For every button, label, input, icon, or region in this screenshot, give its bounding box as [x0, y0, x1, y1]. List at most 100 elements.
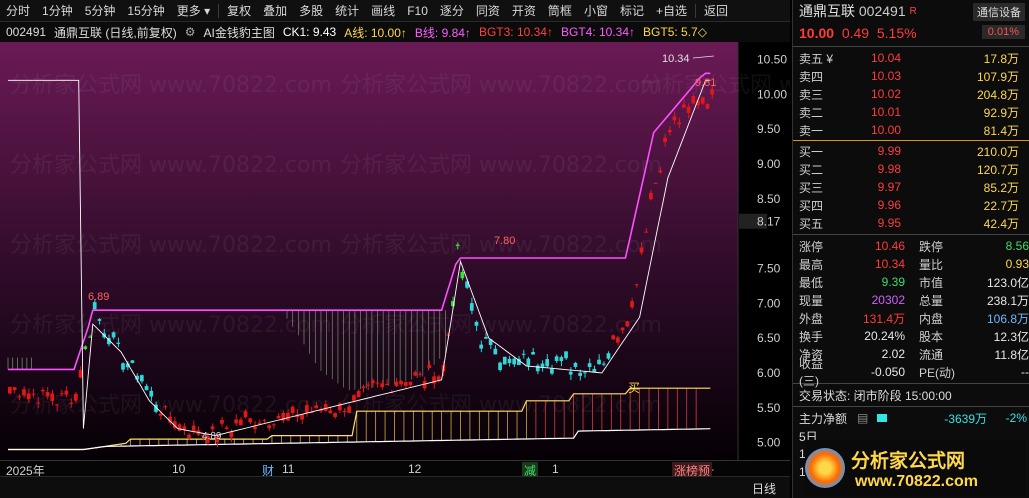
- candle-body: [130, 360, 135, 363]
- gear-icon[interactable]: ⚙: [185, 25, 196, 39]
- stat-key: 最高: [799, 257, 824, 272]
- order-book-row[interactable]: 买三 9.97 85.2万: [793, 178, 1029, 196]
- sector-tag[interactable]: 通信设备: [973, 3, 1025, 21]
- stat-value: 11.8亿: [994, 347, 1029, 362]
- candle-body: [328, 410, 333, 414]
- stat-key: 总量: [919, 293, 944, 308]
- level-volume: 42.4万: [983, 216, 1019, 231]
- candle-body: [484, 337, 488, 339]
- order-book-row[interactable]: 买四 9.96 22.7万: [793, 196, 1029, 214]
- toolbar-item[interactable]: 返回: [698, 0, 734, 22]
- watermark-text: 分析家公式网 www.70822.com: [340, 153, 662, 178]
- order-book-row[interactable]: 卖五 ¥ 10.04 17.8万: [793, 49, 1029, 67]
- toolbar-item[interactable]: 筒框: [542, 0, 578, 22]
- toolbar-item[interactable]: 小窗: [578, 0, 614, 22]
- toolbar-item[interactable]: 复权: [221, 0, 257, 22]
- stat-key: 涨停: [799, 239, 824, 254]
- order-book-row[interactable]: 买一 9.99 210.0万: [793, 142, 1029, 160]
- kline-svg[interactable]: 10.50 10.00 9.50 9.00 8.50 8.17 7.50 7.00 6.50 6.…: [0, 42, 962, 460]
- stat-value: --: [1021, 365, 1029, 379]
- candle-body: [583, 372, 587, 374]
- order-book-row[interactable]: 买五 9.95 42.4万: [793, 214, 1029, 232]
- candle-body: [116, 342, 121, 344]
- candle-body: [36, 402, 40, 404]
- toolbar-item[interactable]: 5分钟: [79, 0, 122, 22]
- toolbar-item[interactable]: 分时: [0, 0, 36, 22]
- candle-body: [658, 170, 663, 173]
- candle-body: [342, 411, 347, 413]
- divider: [793, 46, 1029, 47]
- stat-row: 最高 10.34 量比 0.93: [793, 255, 1029, 273]
- toolbar-separator: [218, 3, 220, 18]
- candle-body: [243, 411, 248, 418]
- x-tick-label: 11: [282, 462, 295, 476]
- a-line-value: A线: 10.00↑: [344, 25, 407, 40]
- candle-body: [149, 390, 154, 397]
- toolbar-item[interactable]: 同资: [470, 0, 506, 22]
- candle-body: [22, 389, 26, 396]
- candle-body: [220, 419, 224, 424]
- toolbar-item[interactable]: F10: [401, 0, 434, 22]
- stock-header: 通鼎互联 002491 R 通信设备: [793, 0, 1029, 22]
- toolbar-item[interactable]: 多股: [293, 0, 329, 22]
- toolbar-item[interactable]: 统计: [329, 0, 365, 22]
- mainflow-row: 主力净额 ▤ -3639万 -2%: [793, 409, 1029, 427]
- toolbar-item[interactable]: 标记: [614, 0, 650, 22]
- toolbar-item[interactable]: 开资: [506, 0, 542, 22]
- candle-body: [45, 392, 50, 397]
- stat-row: 现量 20302 总量 238.1万: [793, 291, 1029, 309]
- candle-body: [352, 395, 356, 401]
- watermark-text: 分析家公式网 www.70822.com: [10, 73, 332, 98]
- bgt3-value: BGT3: 10.34↑: [478, 25, 553, 39]
- candle-body: [40, 390, 45, 392]
- period-label[interactable]: 日线: [752, 480, 776, 497]
- candle-body: [290, 406, 295, 414]
- candle-body: [573, 362, 578, 367]
- toolbar-item[interactable]: 更多 ▾: [171, 0, 216, 22]
- level-price: 10.02: [870, 87, 901, 101]
- candle-body: [356, 391, 361, 397]
- order-book-row[interactable]: 卖二 10.01 92.9万: [793, 103, 1029, 121]
- level-label: 买四: [799, 198, 824, 213]
- toolbar-item[interactable]: +自选: [650, 0, 693, 22]
- indicator-name[interactable]: AI金钱豹主图: [203, 24, 274, 41]
- order-book-row[interactable]: 卖一 10.00 81.4万: [793, 121, 1029, 139]
- candle-body: [177, 424, 182, 431]
- toolbar-item[interactable]: 画线: [365, 0, 401, 22]
- candle-body: [144, 385, 149, 391]
- toolbar-separator: [694, 3, 696, 18]
- kline-chart[interactable]: 10.50 10.00 9.50 9.00 8.50 8.17 7.50 7.00 6.50 6.…: [0, 42, 962, 460]
- toolbar-item[interactable]: 1分钟: [36, 0, 79, 22]
- y-tick-label: 8.50: [757, 192, 781, 206]
- quote-panel: 通鼎互联 002491 R 通信设备 10.00 0.49 5.15% 0.01…: [792, 0, 1029, 498]
- level-volume: 81.4万: [983, 123, 1019, 138]
- candle-body: [667, 129, 672, 133]
- toolbar-item[interactable]: 15分钟: [121, 0, 170, 22]
- stat-row: 最低 9.39 市值 123.0亿: [793, 273, 1029, 291]
- watermark-text: 分析家公式网 www.70822.com: [340, 313, 662, 338]
- candle-body: [210, 426, 215, 429]
- level-price: 10.03: [870, 69, 901, 83]
- candle-body: [121, 363, 125, 370]
- order-book-row[interactable]: 买二 9.98 120.7万: [793, 160, 1029, 178]
- stat-value: 20.24%: [864, 329, 905, 343]
- candle-body: [592, 368, 597, 372]
- list-icon[interactable]: ▤: [857, 411, 877, 425]
- logo-icon: [805, 448, 845, 488]
- candle-body: [507, 358, 512, 364]
- toolbar-item[interactable]: 逐分: [434, 0, 470, 22]
- level-volume: 85.2万: [983, 180, 1019, 195]
- order-book-row[interactable]: 卖四 10.03 107.9万: [793, 67, 1029, 85]
- level-price: 9.95: [877, 216, 901, 230]
- candle-body: [550, 368, 554, 374]
- y-tick-label: 9.50: [757, 122, 781, 136]
- peak-annotation: 9.81: [695, 77, 716, 89]
- stat-value: 0.93: [1005, 257, 1029, 271]
- level-volume: 92.9万: [983, 105, 1019, 120]
- stat-key: 股本: [919, 329, 944, 344]
- level-label: 买一: [799, 144, 824, 159]
- stat-key: 市值: [919, 275, 944, 290]
- toolbar-item[interactable]: 叠加: [257, 0, 293, 22]
- order-book-row[interactable]: 卖三 10.02 204.8万: [793, 85, 1029, 103]
- level-volume: 210.0万: [976, 144, 1019, 159]
